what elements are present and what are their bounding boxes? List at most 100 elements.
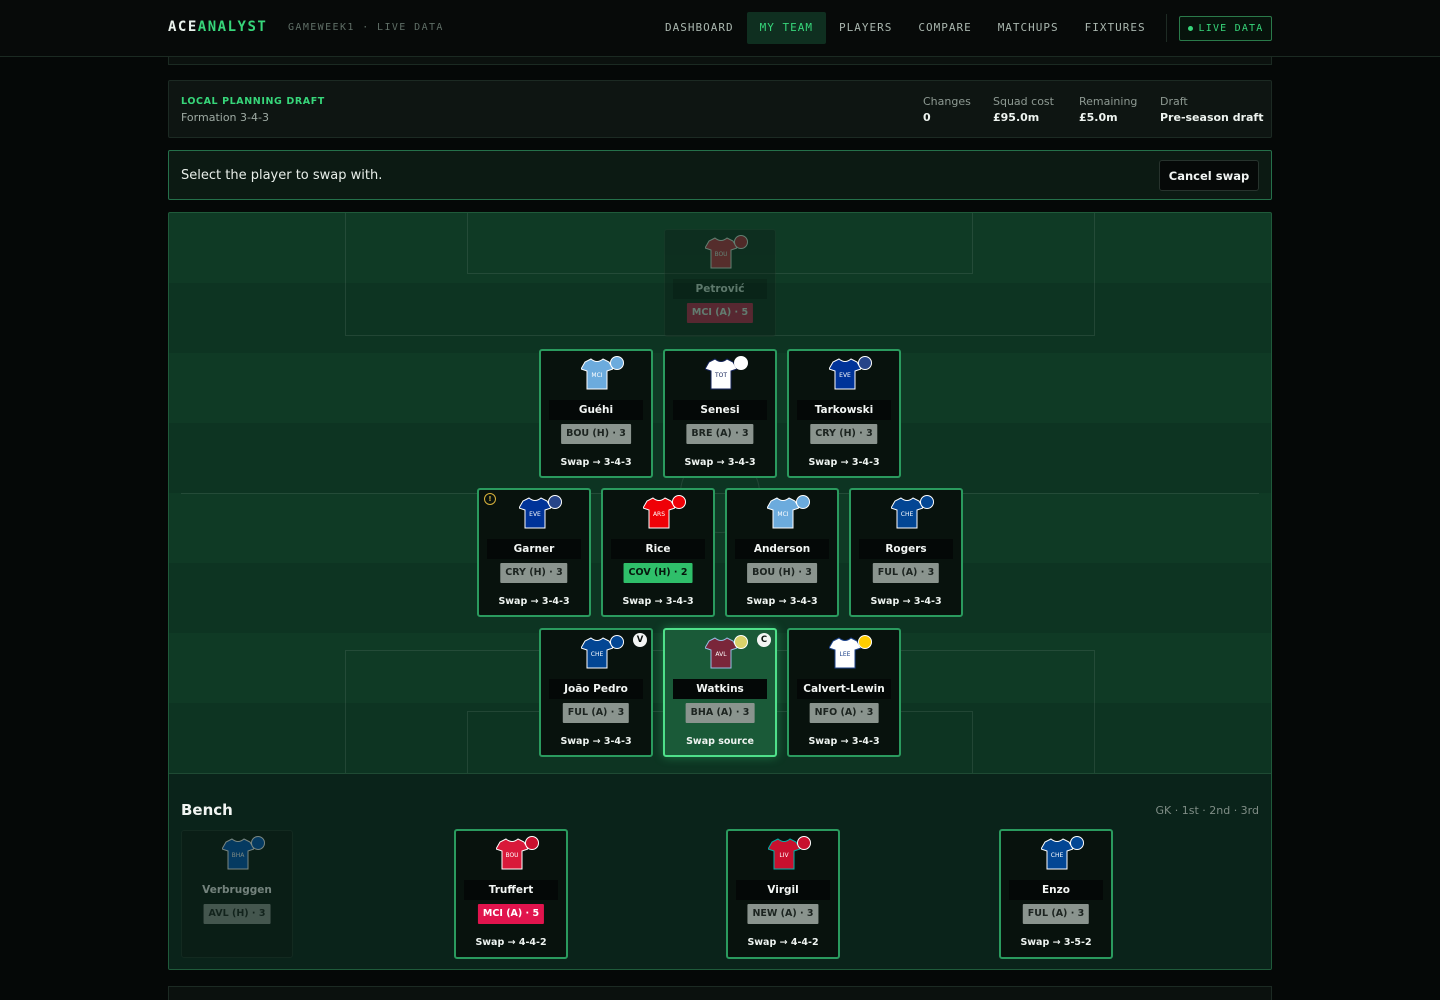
club-badge-icon [610,635,624,649]
swap-action-label: Swap → 3-4-3 [622,596,694,607]
club-badge-icon [672,495,686,509]
swap-action-label: Swap → 3-4-3 [746,596,818,607]
player-name: Garner [487,539,581,559]
bench-section: Bench GK · 1st · 2nd · 3rd BHA Verbrugge… [169,773,1271,969]
player-name: Enzo [1009,880,1103,900]
player-card-swap-source[interactable]: C AVL Watkins BHA (A) · 3 Swap source [663,628,777,757]
nav-fixtures[interactable]: FIXTURES [1072,12,1159,44]
swap-action-label: Swap → 4-4-2 [747,937,819,948]
svg-text:AVL: AVL [715,651,727,658]
pitch: BOU Petrović MCI (A) · 5 MCI Guéhi BOU (… [168,212,1272,970]
player-card-defender[interactable]: MCI Guéhi BOU (H) · 3 Swap → 3-4-3 [539,349,653,478]
cancel-swap-button[interactable]: Cancel swap [1159,160,1259,191]
stat-value: £5.0m [1079,111,1118,124]
shirt-icon: EVE [829,358,861,390]
player-card-midfielder[interactable]: MCI Anderson BOU (H) · 3 Swap → 3-4-3 [725,488,839,617]
club-badge-icon [796,495,810,509]
draft-summary-panel: LOCAL PLANNING DRAFT Formation 3-4-3 Cha… [168,80,1272,138]
swap-action-label: Swap → 3-4-3 [560,457,632,468]
player-card-forward[interactable]: LEE Calvert-Lewin NFO (A) · 3 Swap → 3-4… [787,628,901,757]
shirt-icon: LIV [768,838,800,870]
shirt-icon: MCI [767,497,799,529]
vice-captain-icon: V [633,633,647,647]
club-badge-icon [920,495,934,509]
swap-action-label: Swap → 4-4-2 [475,937,547,948]
fixture-badge: NFO (A) · 3 [809,703,879,723]
club-badge-icon [734,235,748,249]
player-card-forward[interactable]: V CHE João Pedro FUL (A) · 3 Swap → 3-4-… [539,628,653,757]
formation-label: Formation 3-4-3 [181,111,269,124]
stat-draft: Draft Pre-season draft [1160,95,1263,124]
brand-logo[interactable]: ACEANALYST [168,19,267,35]
fixture-badge: NEW (A) · 3 [747,904,819,924]
svg-text:LIV: LIV [779,852,789,859]
fixture-badge: MCI (A) · 5 [477,904,545,924]
swap-action-label: Swap → 3-4-3 [560,736,632,747]
stat-remaining: Remaining £5.0m [1079,95,1137,124]
stat-label: Draft [1160,95,1188,108]
player-name: Senesi [673,400,767,420]
live-data-button[interactable]: LIVE DATA [1179,16,1272,41]
swap-prompt-banner: Select the player to swap with. Cancel s… [168,150,1272,200]
fixture-badge: AVL (H) · 3 [203,904,271,924]
svg-text:EVE: EVE [839,372,851,379]
nav-players[interactable]: PLAYERS [826,12,905,44]
player-card-defender[interactable]: TOT Senesi BRE (A) · 3 Swap → 3-4-3 [663,349,777,478]
club-badge-icon [1070,836,1084,850]
svg-text:LEE: LEE [840,651,851,658]
player-card-defender[interactable]: EVE Tarkowski CRY (H) · 3 Swap → 3-4-3 [787,349,901,478]
player-card-midfielder[interactable]: ARS Rice COV (H) · 2 Swap → 3-4-3 [601,488,715,617]
live-dot-icon [1187,26,1193,31]
stat-label: Squad cost [993,95,1054,108]
player-name: Rice [611,539,705,559]
bench-card[interactable]: LIV Virgil NEW (A) · 3 Swap → 4-4-2 [726,829,840,959]
player-name: Guéhi [549,400,643,420]
live-data-label: LIVE DATA [1198,23,1264,34]
captain-icon: C [757,633,771,647]
nav-compare[interactable]: COMPARE [905,12,984,44]
player-name: Virgil [736,880,830,900]
nav-my-team[interactable]: MY TEAM [746,12,826,44]
club-badge-icon [525,836,539,850]
shirt-icon: ARS [643,497,675,529]
stat-value: Pre-season draft [1160,111,1264,124]
nav-dashboard[interactable]: DASHBOARD [652,12,747,44]
nav-matchups[interactable]: MATCHUPS [985,12,1072,44]
stat-value: 0 [923,111,931,124]
swap-action-label: Swap → 3-4-3 [684,457,756,468]
club-badge-icon [548,495,562,509]
club-badge-icon [858,635,872,649]
svg-text:MCI: MCI [777,511,788,518]
club-badge-icon [734,356,748,370]
fixture-badge: COV (H) · 2 [623,563,693,583]
swap-action-label: Swap source [686,736,754,747]
player-name: Anderson [735,539,829,559]
bench-card[interactable]: CHE Enzo FUL (A) · 3 Swap → 3-5-2 [999,829,1113,959]
shirt-icon: BOU [705,237,737,269]
player-card-midfielder[interactable]: ! EVE Garner CRY (H) · 3 Swap → 3-4-3 [477,488,591,617]
player-name: Calvert-Lewin [797,679,891,699]
bench-card[interactable]: BOU Truffert MCI (A) · 5 Swap → 4-4-2 [454,829,568,959]
swap-prompt-text: Select the player to swap with. [181,168,383,183]
shirt-icon: AVL [705,637,737,669]
brand-name: ACE [168,19,198,35]
previous-panel-edge [168,57,1272,65]
svg-text:CHE: CHE [591,651,604,658]
player-name: Petrović [673,279,767,299]
player-name: Watkins [673,679,767,699]
player-card-midfielder[interactable]: CHE Rogers FUL (A) · 3 Swap → 3-4-3 [849,488,963,617]
shirt-icon: TOT [705,358,737,390]
fixture-badge: BRE (A) · 3 [686,424,754,444]
club-badge-icon [251,836,265,850]
fixture-badge: FUL (A) · 3 [1022,904,1090,924]
fixture-badge: FUL (A) · 3 [562,703,630,723]
club-badge-icon [610,356,624,370]
fixture-badge: BOU (H) · 3 [561,424,631,444]
svg-text:TOT: TOT [714,372,727,379]
shirt-icon: BHA [222,838,254,870]
draft-tag: LOCAL PLANNING DRAFT [181,96,325,107]
stat-squad-cost: Squad cost £95.0m [993,95,1054,124]
player-name: Truffert [464,880,558,900]
svg-text:EVE: EVE [529,511,541,518]
svg-text:BOU: BOU [505,852,518,859]
